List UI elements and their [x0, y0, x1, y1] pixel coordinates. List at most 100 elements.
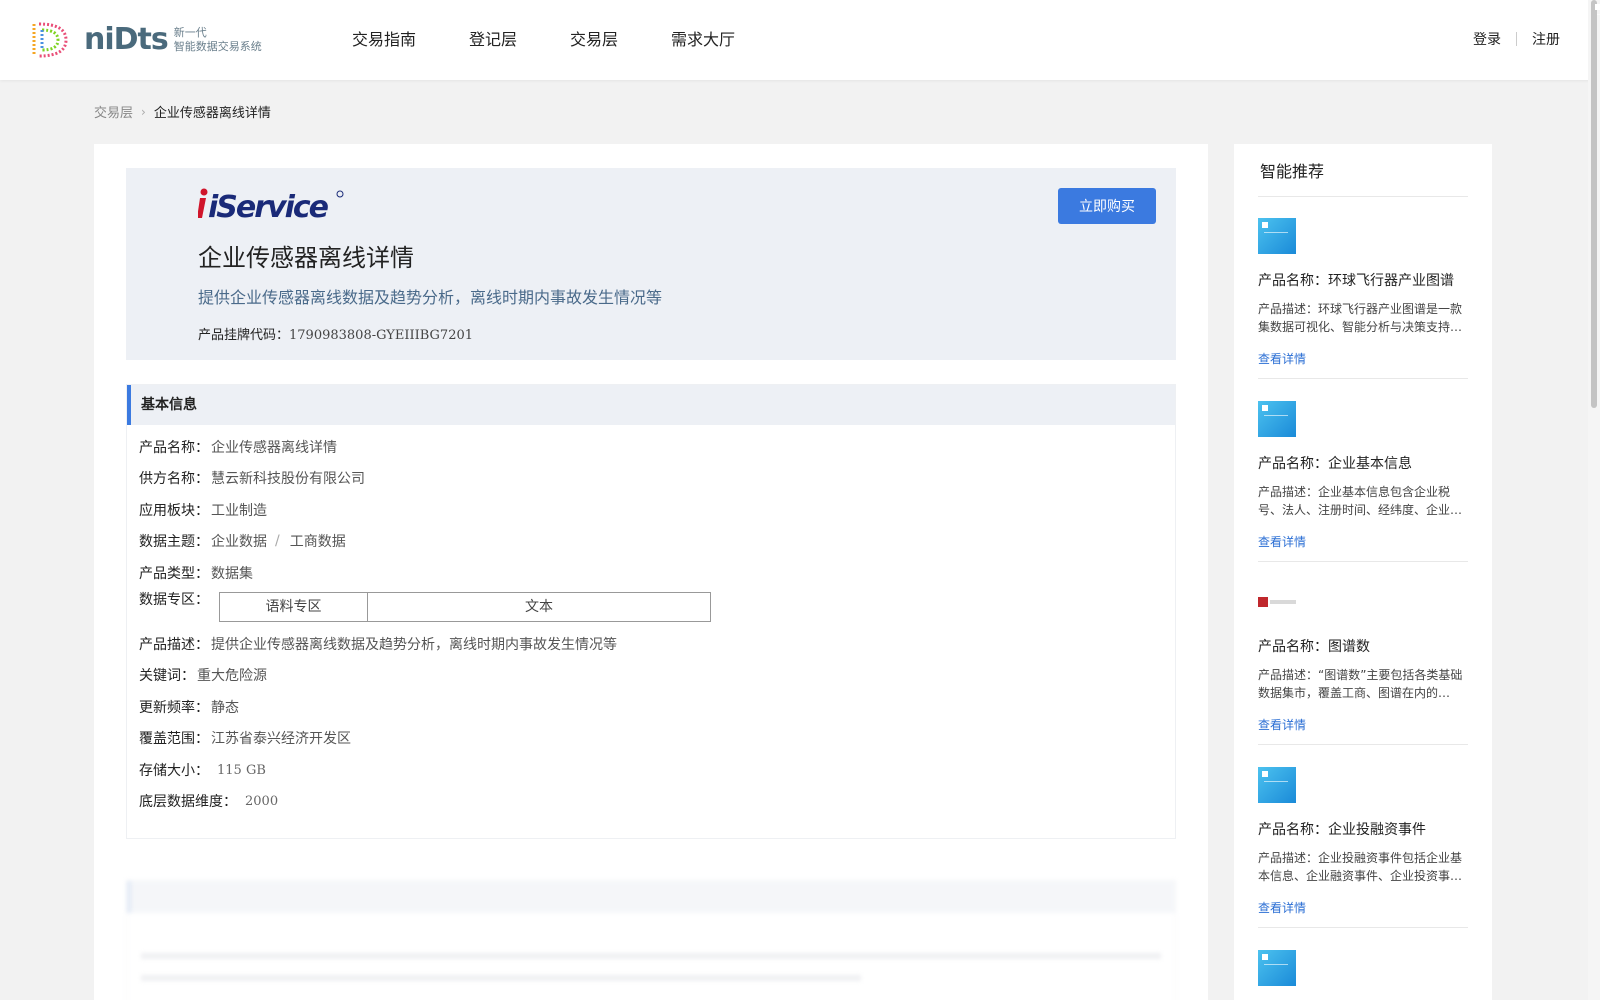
logo-tagline-line1: 新一代: [173, 26, 207, 39]
field-description: 产品描述： 提供企业传感器离线数据及趋势分析，离线时期内事故发生情况等: [139, 634, 617, 654]
field-label: 产品类型：: [139, 566, 209, 582]
field-value: 慧云新科技股份有限公司: [211, 471, 365, 487]
login-link[interactable]: 登录: [1473, 29, 1501, 49]
field-coverage: 覆盖范围： 江苏省泰兴经济开发区: [139, 728, 351, 748]
field-zone: 数据专区： 语料专区 文本: [139, 590, 711, 622]
product-title: 企业传感器离线详情: [198, 244, 414, 272]
field-label: 底层数据维度：: [139, 794, 237, 810]
field-frequency: 更新频率： 静态: [139, 697, 239, 717]
page-scrollbar[interactable]: [1588, 0, 1600, 1000]
product-thumbnail[interactable]: [1258, 218, 1296, 254]
vendor-logo: iService: [198, 188, 344, 220]
field-value: 江苏省泰兴经济开发区: [211, 731, 351, 747]
topic-separator: /: [275, 533, 280, 549]
field-label: 数据专区：: [139, 592, 209, 608]
listing-code: 产品挂牌代码：1790983808-GYEIIIBG7201: [198, 324, 473, 343]
listing-code-value: 1790983808-GYEIIIBG7201: [289, 328, 474, 343]
listing-code-label: 产品挂牌代码：: [198, 328, 290, 343]
rec-product-desc: 产品描述：环球飞行器产业图谱是一款集数据可视化、智能分析与决策支持…: [1258, 302, 1463, 334]
divider: [1258, 378, 1468, 379]
field-label: 供方名称：: [139, 471, 209, 487]
field-value: 数据集: [211, 566, 253, 582]
product-hero: iService 企业传感器离线详情 提供企业传感器离线数据及趋势分析，离线时期…: [126, 168, 1176, 360]
field-value: 2000: [245, 793, 279, 809]
divider: [1258, 561, 1468, 562]
zone-table-cell: 语料专区: [220, 593, 368, 621]
recommendation-item[interactable]: 产品名称：图谱数 产品描述：“图谱数”主要包括各类基础数据集市，覆盖工商、图谱在…: [1258, 584, 1468, 733]
zone-table: 语料专区 文本: [219, 592, 711, 622]
field-label: 关键词：: [139, 668, 195, 684]
field-value: 115 GB: [217, 762, 266, 778]
field-value: 提供企业传感器离线数据及趋势分析，离线时期内事故发生情况等: [211, 637, 617, 653]
logo-tagline: 新一代 智能数据交易系统: [174, 26, 262, 54]
rec-product-name[interactable]: 产品名称：企业投融资事件: [1258, 819, 1468, 839]
nav-item-registry[interactable]: 登记层: [469, 28, 517, 52]
product-detail-panel: iService 企业传感器离线详情 提供企业传感器离线数据及趋势分析，离线时期…: [94, 144, 1208, 1000]
field-label: 产品名称：: [139, 440, 209, 456]
nav-item-demand-hall[interactable]: 需求大厅: [671, 28, 735, 52]
product-thumbnail[interactable]: [1258, 950, 1296, 986]
zone-table-cell: 文本: [525, 599, 553, 615]
field-value: 企业传感器离线详情: [211, 440, 337, 456]
field-label: 应用板块：: [139, 503, 209, 519]
auth-links: 登录 注册: [1473, 29, 1560, 49]
recommendation-item[interactable]: 产品名称：企业投融资事件 产品描述：企业投融资事件包括企业基本信息、企业融资事件…: [1258, 767, 1468, 916]
section-heading: 基本信息: [127, 385, 1175, 425]
field-value: 工商数据: [289, 534, 346, 550]
recommendation-item-partial[interactable]: [1258, 950, 1468, 986]
nav-item-trading[interactable]: 交易层: [570, 28, 618, 52]
recommendation-title: 智能推荐: [1260, 162, 1325, 181]
auth-divider: [1516, 32, 1517, 46]
nav-item-guide[interactable]: 交易指南: [352, 28, 416, 52]
recommendation-panel: 智能推荐 产品名称：环球飞行器产业图谱 产品描述：环球飞行器产业图谱是一款集数据…: [1234, 144, 1492, 1000]
register-link[interactable]: 注册: [1532, 29, 1560, 49]
product-thumbnail[interactable]: [1258, 401, 1296, 437]
rec-product-name[interactable]: 产品名称：图谱数: [1258, 636, 1468, 656]
rec-product-desc: 产品描述：“图谱数”主要包括各类基础数据集市，覆盖工商、图谱在内的…: [1258, 668, 1463, 700]
field-label: 覆盖范围：: [139, 731, 209, 747]
rec-product-desc: 产品描述：企业投融资事件包括企业基本信息、企业融资事件、企业投资事…: [1258, 851, 1463, 883]
divider: [1258, 927, 1468, 928]
top-nav-bar: niDts 新一代 智能数据交易系统 交易指南 登记层 交易层 需求大厅 登录 …: [0, 0, 1600, 80]
field-value: 重大危险源: [197, 668, 267, 684]
logo-wordmark: niDts: [84, 22, 169, 57]
field-product-name: 产品名称： 企业传感器离线详情: [139, 437, 337, 457]
field-topic: 数据主题： 企业数据 / 工商数据: [139, 531, 346, 551]
field-label: 产品描述：: [139, 637, 209, 653]
field-supplier: 供方名称： 慧云新科技股份有限公司: [139, 468, 365, 488]
logo-tagline-line2: 智能数据交易系统: [173, 40, 262, 53]
blurred-section: [126, 880, 1176, 1000]
field-label: 存储大小：: [139, 763, 209, 779]
field-value: 企业数据: [211, 534, 267, 550]
field-value: 工业制造: [211, 503, 267, 519]
field-keywords: 关键词： 重大危险源: [139, 665, 267, 685]
scrollbar-thumb[interactable]: [1591, 0, 1600, 408]
view-details-link[interactable]: 查看详情: [1258, 716, 1468, 733]
breadcrumb-parent[interactable]: 交易层: [94, 102, 133, 121]
view-details-link[interactable]: 查看详情: [1258, 899, 1468, 916]
buy-now-button[interactable]: 立即购买: [1058, 188, 1156, 224]
vendor-logo-text: iService: [208, 190, 329, 220]
product-thumbnail[interactable]: [1258, 767, 1296, 803]
field-label: 更新频率：: [139, 700, 209, 716]
divider: [1258, 196, 1468, 197]
basic-info-section: 基本信息 产品名称： 企业传感器离线详情 供方名称： 慧云新科技股份有限公司 应用板…: [126, 384, 1176, 839]
blurred-line: [141, 953, 1161, 959]
rec-product-name[interactable]: 产品名称：企业基本信息: [1258, 453, 1468, 473]
recommendation-item[interactable]: 产品名称：环球飞行器产业图谱 产品描述：环球飞行器产业图谱是一款集数据可视化、智…: [1258, 218, 1468, 367]
breadcrumb-current: 企业传感器离线详情: [153, 106, 271, 121]
view-details-link[interactable]: 查看详情: [1258, 533, 1468, 550]
view-details-link[interactable]: 查看详情: [1258, 350, 1468, 367]
field-value: 静态: [211, 700, 239, 716]
recommendation-item[interactable]: 产品名称：企业基本信息 产品描述：企业基本信息包含企业税号、法人、注册时间、经纬…: [1258, 401, 1468, 550]
rec-product-name[interactable]: 产品名称：环球飞行器产业图谱: [1258, 270, 1468, 290]
site-logo[interactable]: niDts 新一代 智能数据交易系统: [28, 20, 262, 60]
main-nav: 交易指南 登记层 交易层 需求大厅: [352, 28, 788, 52]
product-thumbnail[interactable]: [1258, 584, 1296, 620]
field-storage: 存储大小： 115 GB: [139, 760, 266, 780]
breadcrumb: 交易层 › 企业传感器离线详情: [94, 102, 271, 122]
logo-d-icon: [32, 22, 68, 58]
field-dimension: 底层数据维度： 2000: [139, 791, 278, 811]
field-sector: 应用板块： 工业制造: [139, 500, 267, 520]
blurred-line: [141, 975, 861, 981]
